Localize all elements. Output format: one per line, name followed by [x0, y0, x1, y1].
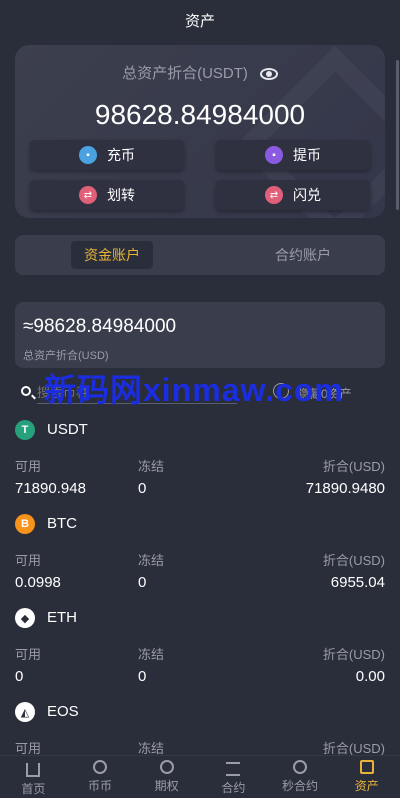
withdraw-icon: ▪ [265, 146, 283, 164]
deposit-label: 充币 [107, 147, 135, 163]
assets-icon [359, 760, 374, 774]
total-assets-card: 总资产折合(USDT) 98628.84984000 ▪ 充币 ▪ 提币 ⇄ 划… [15, 45, 385, 218]
btc-icon: B [15, 514, 35, 534]
asset-row-btc[interactable]: B BTC 可用 冻结 折合(USD) 0.0998 0 6955.04 [15, 514, 385, 608]
converted-label: 折合(USD) [322, 459, 385, 474]
account-summary-card: ≈98628.84984000 总资产折合(USD) [15, 302, 385, 368]
page-title: 资产 [184, 13, 215, 30]
contract-icon [226, 761, 241, 776]
account-total-label: 总资产折合(USD) [23, 350, 109, 362]
tab-contract-account[interactable]: 合约账户 [245, 235, 361, 275]
transfer-label: 划转 [107, 187, 135, 203]
total-assets-label-row: 总资产折合(USDT) [15, 62, 385, 83]
nav-item-contract[interactable]: 合约 [200, 756, 267, 798]
nav-label: 秒合约 [282, 779, 319, 793]
transfer-icon: ⇄ [79, 186, 97, 204]
frozen-label: 冻结 [138, 647, 165, 662]
available-value: 71890.948 [15, 480, 86, 497]
nav-label: 首页 [21, 781, 46, 796]
search-icon [21, 386, 31, 396]
nav-label: 资产 [354, 779, 379, 793]
spot-icon [93, 760, 107, 774]
frozen-label: 冻结 [138, 459, 165, 474]
eye-icon[interactable] [259, 68, 278, 81]
options-icon [159, 760, 174, 774]
asset-row-eth[interactable]: ◆ ETH 可用 冻结 折合(USD) 0 0 0.00 [15, 608, 385, 702]
coin-name: ETH [47, 609, 77, 626]
coin-name: USDT [47, 421, 88, 438]
total-assets-label: 总资产折合(USDT) [122, 65, 248, 82]
bottom-nav: 首页 币币 期权 合约 秒合约 资产 [0, 755, 400, 798]
nav-item-second-contract[interactable]: 秒合约 [267, 756, 334, 798]
eth-icon: ◆ [15, 608, 35, 628]
frozen-value: 0 [138, 668, 147, 685]
available-value: 0 [15, 668, 24, 685]
second-contract-icon [293, 760, 308, 774]
available-label: 可用 [15, 647, 42, 662]
deposit-icon: ▪ [79, 146, 97, 164]
converted-label: 折合(USD) [322, 553, 385, 568]
total-assets-value: 98628.84984000 [94, 99, 306, 130]
converted-label: 折合(USD) [322, 647, 385, 662]
account-tabs: 资金账户 合约账户 [15, 235, 385, 275]
converted-value: 6955.04 [330, 574, 385, 591]
converted-value: 0.00 [355, 668, 385, 685]
withdraw-button[interactable]: ▪ 提币 [216, 140, 370, 170]
tab-funding-account[interactable]: 资金账户 [71, 241, 153, 269]
frozen-value: 0 [138, 480, 147, 497]
watermark: 新码网xinmaw.com [44, 372, 344, 408]
usdt-icon: T [15, 420, 35, 440]
transfer-button[interactable]: ⇄ 划转 [30, 180, 184, 210]
nav-item-assets[interactable]: 资产 [333, 756, 400, 798]
nav-label: 合约 [221, 780, 246, 795]
eos-icon: ◭ [15, 702, 35, 722]
home-icon [26, 762, 41, 777]
flash-exchange-button[interactable]: ⇄ 闪兑 [216, 180, 370, 210]
nav-label: 币币 [88, 779, 113, 793]
coin-name: BTC [47, 515, 77, 532]
available-label: 可用 [15, 459, 42, 474]
converted-value: 71890.9480 [305, 480, 385, 497]
frozen-label: 冻结 [138, 553, 165, 568]
nav-item-home[interactable]: 首页 [0, 756, 67, 798]
withdraw-label: 提币 [293, 147, 321, 163]
coin-name: EOS [47, 703, 79, 720]
flash-exchange-label: 闪兑 [293, 187, 321, 203]
available-value: 0.0998 [15, 574, 61, 591]
frozen-value: 0 [138, 574, 147, 591]
nav-item-spot[interactable]: 币币 [67, 756, 134, 798]
account-total-value: ≈98628.84984000 [23, 316, 177, 337]
flash-exchange-icon: ⇄ [265, 186, 283, 204]
available-label: 可用 [15, 553, 42, 568]
nav-item-options[interactable]: 期权 [133, 756, 200, 798]
nav-label: 期权 [154, 779, 179, 793]
scrollbar[interactable] [396, 60, 399, 210]
asset-row-usdt[interactable]: T USDT 可用 冻结 折合(USD) 71890.948 0 71890.9… [15, 420, 385, 514]
deposit-button[interactable]: ▪ 充币 [30, 140, 184, 170]
